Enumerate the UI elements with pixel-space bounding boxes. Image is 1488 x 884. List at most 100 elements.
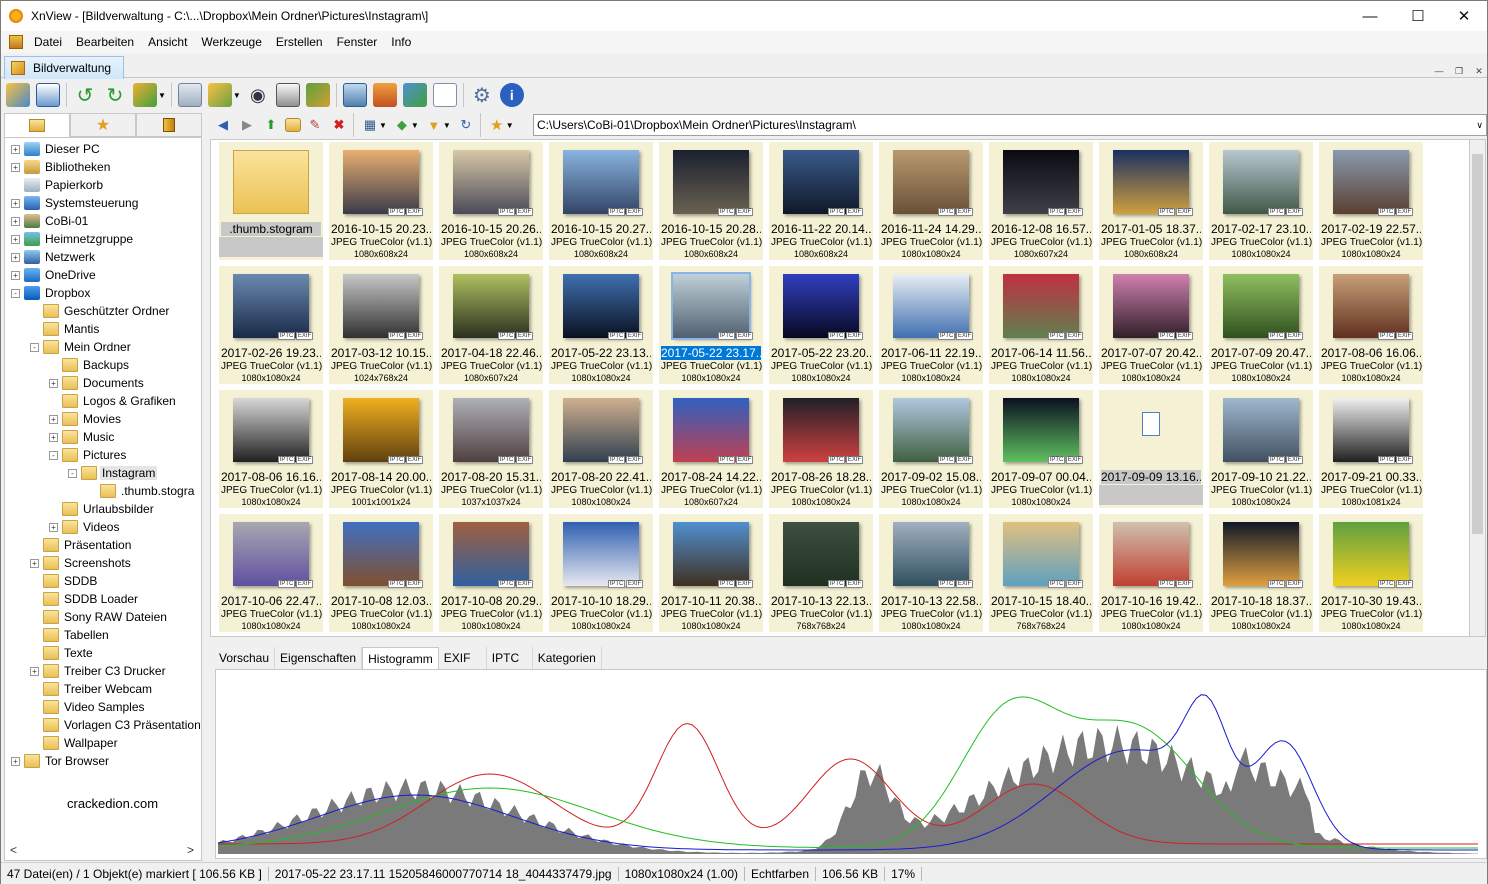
image-thumbnail[interactable]: IPTC EXIF 2016-11-22 20.14... JPEG TrueColo…: [769, 142, 873, 260]
image-thumbnail[interactable]: IPTC EXIF 2017-10-13 22.58... JPEG TrueColo…: [879, 514, 983, 632]
tree-item[interactable]: SDDB Loader: [30, 590, 140, 608]
tab-categories[interactable]: [136, 113, 202, 137]
menu-datei[interactable]: Datei: [27, 35, 69, 49]
image-thumbnail[interactable]: 2017-09-09 13.16...: [1099, 390, 1203, 508]
image-thumbnail[interactable]: IPTC EXIF 2017-09-10 21.22... JPEG TrueColo…: [1209, 390, 1313, 508]
image-thumbnail[interactable]: IPTC EXIF 2017-07-07 20.42... JPEG TrueColo…: [1099, 266, 1203, 384]
collapse-icon[interactable]: -: [30, 342, 39, 352]
menu-fenster[interactable]: Fenster: [330, 35, 385, 49]
image-thumbnail[interactable]: IPTC EXIF 2016-10-15 20.26... JPEG TrueColo…: [439, 142, 543, 260]
sort-icon[interactable]: ◆: [392, 115, 412, 135]
image-thumbnail[interactable]: IPTC EXIF 2016-10-15 20.28... JPEG TrueColo…: [659, 142, 763, 260]
tab-folders[interactable]: [4, 113, 70, 137]
tab-vorschau[interactable]: Vorschau: [214, 647, 276, 669]
image-thumbnail[interactable]: IPTC EXIF 2017-10-13 22.13... JPEG TrueColo…: [769, 514, 873, 632]
expand-icon[interactable]: +: [11, 270, 20, 280]
rotate-left-icon[interactable]: ↺: [73, 83, 97, 107]
address-bar[interactable]: C:\Users\CoBi-01\Dropbox\Mein Ordner\Pic…: [533, 114, 1487, 136]
convert-icon[interactable]: [133, 83, 157, 107]
expand-icon[interactable]: +: [49, 414, 58, 424]
expand-icon[interactable]: +: [49, 522, 58, 532]
tab-exif[interactable]: EXIF: [439, 647, 487, 669]
image-thumbnail[interactable]: IPTC EXIF 2017-10-08 12.03... JPEG TrueColo…: [329, 514, 433, 632]
browse-icon[interactable]: [6, 83, 30, 107]
browser-vertical-scrollbar[interactable]: [1469, 139, 1486, 637]
tree-item[interactable]: + Heimnetzgruppe: [11, 230, 135, 248]
document-menu-icon[interactable]: [9, 35, 23, 49]
expand-icon[interactable]: +: [49, 432, 58, 442]
folder-thumbnail[interactable]: .thumb.stogram: [219, 142, 323, 260]
tree-item[interactable]: + Music: [49, 428, 116, 446]
tree-item[interactable]: + Screenshots: [30, 554, 133, 572]
slideshow-icon[interactable]: [372, 83, 397, 107]
print-icon[interactable]: [275, 83, 300, 107]
panel-splitter[interactable]: [203, 137, 209, 861]
tree-item[interactable]: - Pictures: [49, 446, 128, 464]
image-thumbnail[interactable]: IPTC EXIF 2017-02-17 23.10... JPEG TrueColo…: [1209, 142, 1313, 260]
view-mode-icon[interactable]: ▦: [360, 115, 380, 135]
tree-item[interactable]: Papierkorb: [11, 176, 105, 194]
tree-item[interactable]: Video Samples: [30, 698, 147, 716]
tree-item[interactable]: + Dieser PC: [11, 140, 102, 158]
image-thumbnail[interactable]: IPTC EXIF 2017-08-14 20.00... JPEG TrueColo…: [329, 390, 433, 508]
expand-icon[interactable]: +: [11, 216, 20, 226]
image-thumbnail[interactable]: IPTC EXIF 2017-08-20 22.41... JPEG TrueColo…: [549, 390, 653, 508]
image-thumbnail[interactable]: IPTC EXIF 2017-08-24 14.22... JPEG TrueColo…: [659, 390, 763, 508]
image-thumbnail[interactable]: IPTC EXIF 2017-10-30 19.43... JPEG TrueColo…: [1319, 514, 1423, 632]
tree-item[interactable]: Mantis: [30, 320, 101, 338]
image-thumbnail[interactable]: IPTC EXIF 2017-09-07 00.04... JPEG TrueColo…: [989, 390, 1093, 508]
camera-icon[interactable]: [342, 83, 367, 107]
forward-icon[interactable]: ▶: [237, 115, 257, 135]
image-thumbnail[interactable]: IPTC EXIF 2017-10-10 18.29... JPEG TrueColo…: [549, 514, 653, 632]
expand-icon[interactable]: +: [11, 198, 20, 208]
chevron-down-icon[interactable]: ▼: [411, 121, 419, 130]
image-thumbnail[interactable]: IPTC EXIF 2017-08-20 15.31... JPEG TrueColo…: [439, 390, 543, 508]
collapse-icon[interactable]: -: [68, 468, 77, 478]
tab-favorites[interactable]: ★: [70, 113, 136, 137]
image-thumbnail[interactable]: IPTC EXIF 2016-12-08 16.57... JPEG TrueColo…: [989, 142, 1093, 260]
up-folder-icon[interactable]: ⬆: [261, 115, 281, 135]
tree-item[interactable]: Geschützter Ordner: [30, 302, 171, 320]
image-thumbnail[interactable]: IPTC EXIF 2017-10-08 20.29... JPEG TrueColo…: [439, 514, 543, 632]
rename-icon[interactable]: ✎: [305, 115, 325, 135]
tree-item[interactable]: + Movies: [49, 410, 123, 428]
image-thumbnail[interactable]: IPTC EXIF 2017-06-11 22.19... JPEG TrueColo…: [879, 266, 983, 384]
tree-item[interactable]: Präsentation: [30, 536, 133, 554]
image-thumbnail[interactable]: IPTC EXIF 2017-04-18 22.46... JPEG TrueColo…: [439, 266, 543, 384]
tree-item[interactable]: + Systemsteuerung: [11, 194, 140, 212]
chevron-down-icon[interactable]: ∨: [1476, 120, 1483, 131]
contact-sheet-icon[interactable]: [432, 83, 457, 107]
copy-icon[interactable]: [177, 83, 202, 107]
image-thumbnail[interactable]: IPTC EXIF 2017-06-14 11.56... JPEG TrueColo…: [989, 266, 1093, 384]
menu-bearbeiten[interactable]: Bearbeiten: [69, 35, 141, 49]
scroll-right-icon[interactable]: >: [187, 843, 194, 857]
tree-item[interactable]: + Netzwerk: [11, 248, 97, 266]
delete-icon[interactable]: ✖: [329, 115, 349, 135]
fullscreen-icon[interactable]: [36, 83, 60, 107]
tree-item[interactable]: + Videos: [49, 518, 121, 536]
tree-item[interactable]: - Dropbox: [11, 284, 92, 302]
new-folder-icon[interactable]: [285, 118, 301, 132]
image-thumbnail[interactable]: IPTC EXIF 2017-08-06 16.16... JPEG TrueColo…: [219, 390, 323, 508]
image-thumbnail[interactable]: IPTC EXIF 2017-10-15 18.40... JPEG TrueColo…: [989, 514, 1093, 632]
chevron-down-icon[interactable]: ▼: [443, 121, 451, 130]
image-thumbnail[interactable]: IPTC EXIF 2017-10-11 20.38... JPEG TrueColo…: [659, 514, 763, 632]
chevron-down-icon[interactable]: ▼: [379, 121, 387, 130]
chevron-down-icon[interactable]: ▼: [233, 91, 241, 100]
tab-kategorien[interactable]: Kategorien: [533, 647, 602, 669]
menu-info[interactable]: Info: [384, 35, 418, 49]
menu-ansicht[interactable]: Ansicht: [141, 35, 194, 49]
expand-icon[interactable]: +: [11, 252, 20, 262]
scrollbar-thumb[interactable]: [1472, 154, 1483, 534]
tab-iptc[interactable]: IPTC: [487, 647, 533, 669]
menu-erstellen[interactable]: Erstellen: [269, 35, 330, 49]
image-thumbnail[interactable]: IPTC EXIF 2016-11-24 14.29... JPEG TrueColo…: [879, 142, 983, 260]
scroll-left-icon[interactable]: <: [10, 843, 17, 857]
image-thumbnail[interactable]: IPTC EXIF 2017-03-12 10.15... JPEG TrueColo…: [329, 266, 433, 384]
tree-item[interactable]: + CoBi-01: [11, 212, 90, 230]
tree-item[interactable]: Urlaubsbilder: [49, 500, 156, 518]
move-to-icon[interactable]: [207, 83, 232, 107]
close-button[interactable]: ✕: [1441, 1, 1487, 31]
tree-item[interactable]: + Tor Browser: [11, 752, 111, 770]
image-thumbnail[interactable]: IPTC EXIF 2017-05-22 23.17... JPEG TrueColo…: [659, 266, 763, 384]
